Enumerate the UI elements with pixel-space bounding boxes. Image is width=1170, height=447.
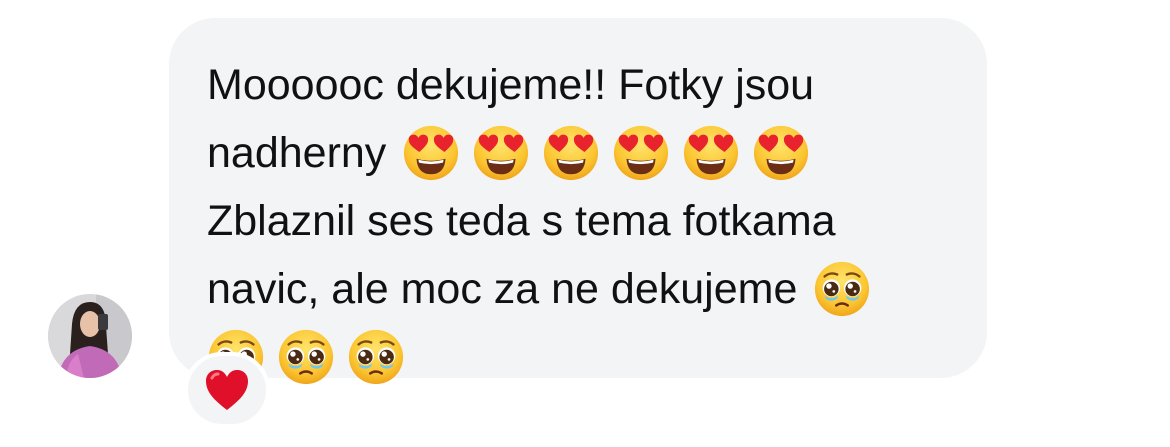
avatar[interactable] [48, 294, 132, 378]
heart-eyes-emoji-icon [472, 124, 530, 182]
pleading-face-emoji-icon [277, 328, 335, 386]
message-line: nadherny [207, 119, 957, 187]
message-text: navic, ale moc za ne dekujeme [207, 265, 798, 313]
pleading-face-emoji-icon [813, 260, 871, 318]
avatar-photo-icon [48, 294, 132, 378]
message-line: Moooooc dekujeme!! Fotky jsou [207, 51, 957, 119]
pleading-face-emoji-icon [347, 328, 405, 386]
heart-eyes-emoji-icon [542, 124, 600, 182]
message-line: Zblaznil ses teda s tema fotkama [207, 187, 957, 255]
message-text: Zblaznil ses teda s tema fotkama [207, 197, 836, 245]
message-text: nadherny [207, 129, 387, 177]
red-heart-icon [206, 370, 248, 410]
message-line [207, 323, 957, 391]
message-bubble[interactable]: Moooooc dekujeme!! Fotky jsou nadherny Z… [169, 18, 987, 378]
message-line: navic, ale moc za ne dekujeme [207, 255, 957, 323]
reaction-badge[interactable] [184, 352, 270, 428]
heart-eyes-emoji-icon [612, 124, 670, 182]
heart-eyes-emoji-icon [752, 124, 810, 182]
message-text: Moooooc dekujeme!! Fotky jsou [207, 61, 815, 109]
heart-eyes-emoji-icon [402, 124, 460, 182]
heart-eyes-emoji-icon [682, 124, 740, 182]
